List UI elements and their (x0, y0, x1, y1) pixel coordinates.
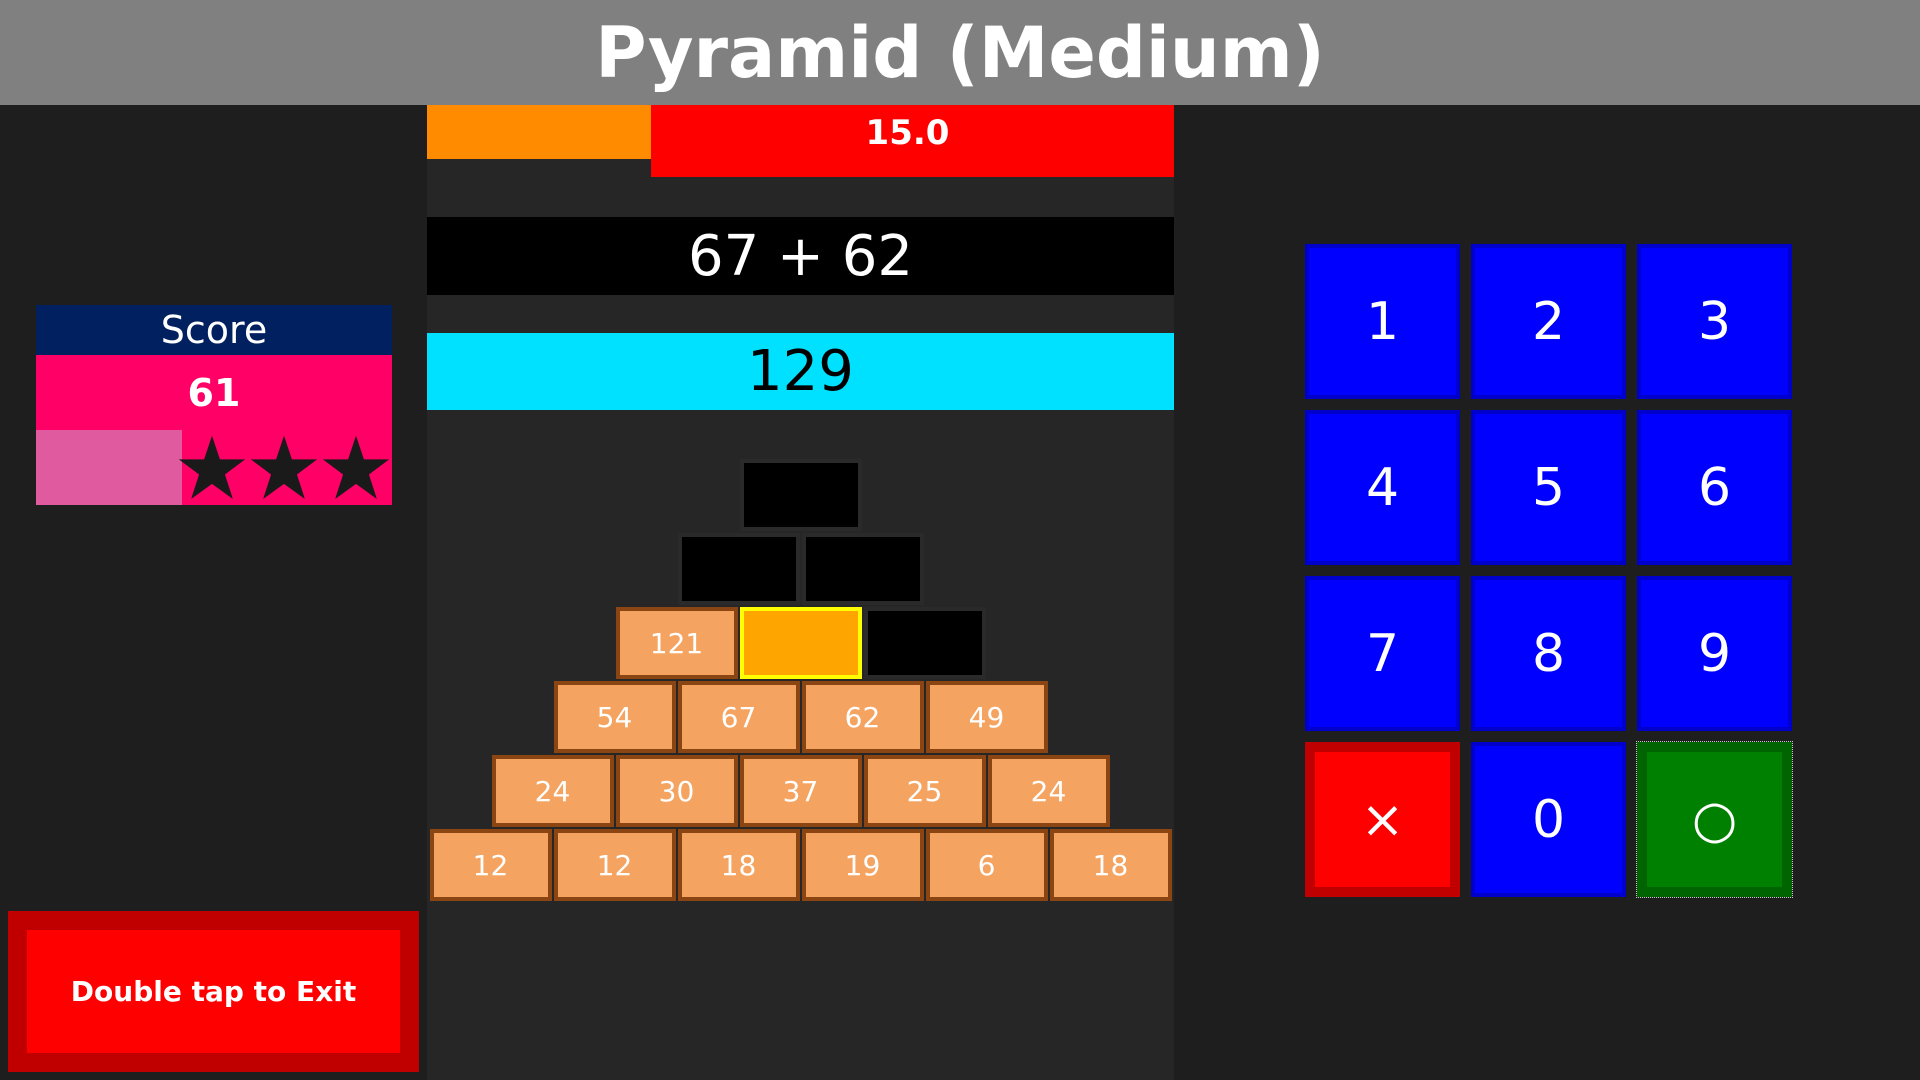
exit-button-face[interactable]: Double tap to Exit (27, 930, 400, 1053)
title-bar: Pyramid (Medium) (0, 0, 1920, 105)
pyramid-brick[interactable] (863, 607, 986, 679)
page-title: Pyramid (Medium) (595, 11, 1325, 94)
game-screen: Pyramid (Medium) Score 61 Double tap to … (0, 0, 1920, 1080)
keypad-key-2[interactable]: 2 (1471, 244, 1626, 399)
star-icon (250, 435, 318, 499)
pyramid-brick[interactable]: 24 (491, 755, 614, 827)
score-value: 61 (187, 370, 241, 415)
pyramid-brick[interactable]: 19 (801, 829, 924, 901)
timer-warning-bar (427, 105, 651, 159)
pyramid-brick[interactable]: 6 (925, 829, 1048, 901)
answer-display: 129 (427, 333, 1174, 410)
answer-value: 129 (747, 339, 854, 404)
score-label: Score (160, 308, 268, 352)
pyramid-brick[interactable] (739, 459, 862, 531)
keypad-key-1[interactable]: 1 (1305, 244, 1460, 399)
submit-button[interactable]: ○ (1636, 741, 1793, 898)
pyramid-brick[interactable]: 18 (1049, 829, 1172, 901)
timer-value: 15.0 (865, 113, 950, 153)
timer-bar: 15.0 (651, 105, 1174, 177)
pyramid-brick[interactable] (801, 533, 924, 605)
exit-button-label: Double tap to Exit (70, 975, 357, 1008)
pyramid-brick[interactable]: 18 (677, 829, 800, 901)
keypad-key-5[interactable]: 5 (1471, 410, 1626, 565)
star-icon (322, 435, 390, 499)
score-header: Score (36, 305, 392, 355)
keypad-key-4[interactable]: 4 (1305, 410, 1460, 565)
pyramid-brick[interactable]: 30 (615, 755, 738, 827)
pyramid-brick-selected[interactable] (739, 607, 862, 679)
problem-bar: 67 + 62 (427, 217, 1174, 295)
score-value-row: 61 (36, 355, 392, 430)
keypad-key-6[interactable]: 6 (1637, 410, 1792, 565)
keypad-key-9[interactable]: 9 (1637, 576, 1792, 731)
pyramid-brick[interactable]: 49 (925, 681, 1048, 753)
pyramid-brick[interactable]: 62 (801, 681, 924, 753)
clear-button[interactable]: × (1305, 742, 1460, 897)
star-rating (176, 430, 392, 505)
keypad-key-8[interactable]: 8 (1471, 576, 1626, 731)
pyramid-brick[interactable]: 24 (987, 755, 1110, 827)
score-progress (36, 430, 392, 505)
pyramid-brick[interactable]: 54 (553, 681, 676, 753)
game-board: 15.0 67 + 62 129 121 54 67 62 49 24 30 37 25 24 12… (427, 105, 1174, 1080)
star-icon (178, 435, 246, 499)
exit-button[interactable]: Double tap to Exit (8, 911, 419, 1072)
pyramid-brick[interactable] (677, 533, 800, 605)
pyramid-brick[interactable]: 37 (739, 755, 862, 827)
keypad-key-0[interactable]: 0 (1471, 742, 1626, 897)
score-panel: Score 61 (36, 305, 392, 505)
pyramid-brick[interactable]: 12 (429, 829, 552, 901)
pyramid-brick[interactable]: 12 (553, 829, 676, 901)
keypad-key-7[interactable]: 7 (1305, 576, 1460, 731)
score-progress-fill (36, 430, 182, 505)
problem-expression: 67 + 62 (687, 223, 914, 289)
pyramid-brick[interactable]: 121 (615, 607, 738, 679)
pyramid-brick[interactable]: 25 (863, 755, 986, 827)
keypad-key-3[interactable]: 3 (1637, 244, 1792, 399)
pyramid-brick[interactable]: 67 (677, 681, 800, 753)
